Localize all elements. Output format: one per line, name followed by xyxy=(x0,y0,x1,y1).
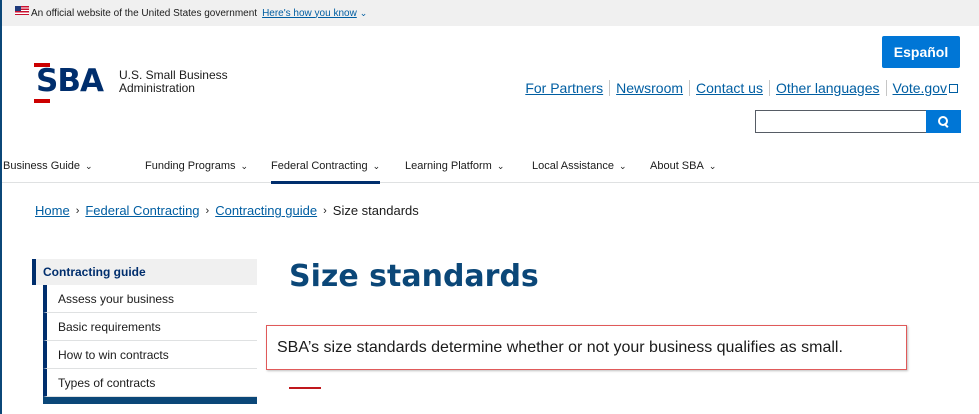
breadcrumb-federal-contracting[interactable]: Federal Contracting xyxy=(85,203,199,218)
us-flag-icon xyxy=(15,6,29,15)
vote-gov-label[interactable]: Vote.gov xyxy=(893,80,948,96)
breadcrumb-current: Size standards xyxy=(332,203,419,218)
heres-how-you-know-link[interactable]: Here's how you know xyxy=(262,8,357,19)
contact-us-link[interactable]: Contact us xyxy=(689,80,769,96)
logo-line-2: Administration xyxy=(118,80,195,95)
utility-links: For Partners Newsroom Contact us Other l… xyxy=(519,80,958,96)
nav-business-guide[interactable]: Business Guide ⌄ xyxy=(3,149,93,183)
breadcrumb-separator: › xyxy=(75,204,80,217)
breadcrumb-contracting-guide[interactable]: Contracting guide xyxy=(215,203,317,218)
search-button[interactable] xyxy=(926,110,961,133)
breadcrumb-home[interactable]: Home xyxy=(35,203,70,218)
nav-label: Funding Programs xyxy=(145,160,236,172)
chevron-down-icon: ⌄ xyxy=(85,160,93,171)
nav-label: About SBA xyxy=(650,160,704,172)
sidebar-item-how-to-win-contracts[interactable]: How to win contracts xyxy=(43,341,257,369)
chevron-down-icon: ⌄ xyxy=(496,160,505,171)
sidebar-heading[interactable]: Contracting guide xyxy=(32,259,257,285)
nav-label: Learning Platform xyxy=(405,160,492,172)
gov-banner: An official website of the United States… xyxy=(2,0,979,26)
main-nav: Business Guide ⌄ Funding Programs ⌄ Fede… xyxy=(2,149,979,184)
search-icon xyxy=(938,116,949,127)
vote-gov-link[interactable]: Vote.gov xyxy=(885,80,958,96)
nav-funding-programs[interactable]: Funding Programs ⌄ xyxy=(145,149,248,183)
accent-divider xyxy=(289,387,321,389)
sidebar-nav: Contracting guide Assess your business B… xyxy=(32,259,257,404)
gov-banner-text: An official website of the United States… xyxy=(31,7,258,19)
page-title: Size standards xyxy=(289,259,539,294)
newsroom-link[interactable]: Newsroom xyxy=(609,80,689,96)
nav-learning-platform[interactable]: Learning Platform ⌄ xyxy=(405,149,504,183)
logo-text: U.S. Small Business Administration xyxy=(118,67,228,95)
nav-label: Federal Contracting xyxy=(271,160,368,172)
nav-about-sba[interactable]: About SBA ⌄ xyxy=(650,149,716,183)
sidebar-item-assess-your-business[interactable]: Assess your business xyxy=(43,285,257,313)
nav-federal-contracting[interactable]: Federal Contracting ⌄ xyxy=(271,149,381,184)
sba-logo[interactable]: SBA U.S. Small Business Administration xyxy=(34,63,228,103)
chevron-down-icon: ⌄ xyxy=(708,160,717,171)
sidebar-item-types-of-contracts[interactable]: Types of contracts xyxy=(43,369,257,397)
external-link-icon xyxy=(949,84,958,93)
for-partners-link[interactable]: For Partners xyxy=(519,80,609,96)
chevron-down-icon: ⌄ xyxy=(240,160,249,171)
breadcrumb-separator: › xyxy=(205,204,210,217)
nav-label: Local Assistance xyxy=(532,160,614,172)
other-languages-link[interactable]: Other languages xyxy=(768,80,886,96)
espanol-button[interactable]: Español xyxy=(882,36,960,68)
logo-mark-text: SBA xyxy=(36,63,104,99)
search-form xyxy=(755,110,961,133)
chevron-down-icon[interactable]: ⌄ xyxy=(360,8,368,19)
chevron-down-icon: ⌄ xyxy=(372,160,381,171)
chevron-down-icon: ⌄ xyxy=(618,160,627,171)
sidebar-item-current[interactable] xyxy=(43,397,257,404)
logo-line-1: U.S. Small Business xyxy=(118,67,228,82)
nav-local-assistance[interactable]: Local Assistance ⌄ xyxy=(532,149,626,183)
logo-red-bar-top xyxy=(34,63,50,67)
lead-paragraph: SBA’s size standards determine whether o… xyxy=(266,325,907,370)
breadcrumb-separator: › xyxy=(323,204,327,217)
sidebar-item-basic-requirements[interactable]: Basic requirements xyxy=(43,313,257,341)
search-input[interactable] xyxy=(755,110,926,133)
breadcrumb: Home › Federal Contracting › Contracting… xyxy=(35,203,419,218)
nav-label: Business Guide xyxy=(3,160,81,172)
logo-red-bar-bottom xyxy=(34,99,50,103)
page-frame: An official website of the United States… xyxy=(0,0,979,414)
sba-logo-mark: SBA xyxy=(34,63,104,103)
